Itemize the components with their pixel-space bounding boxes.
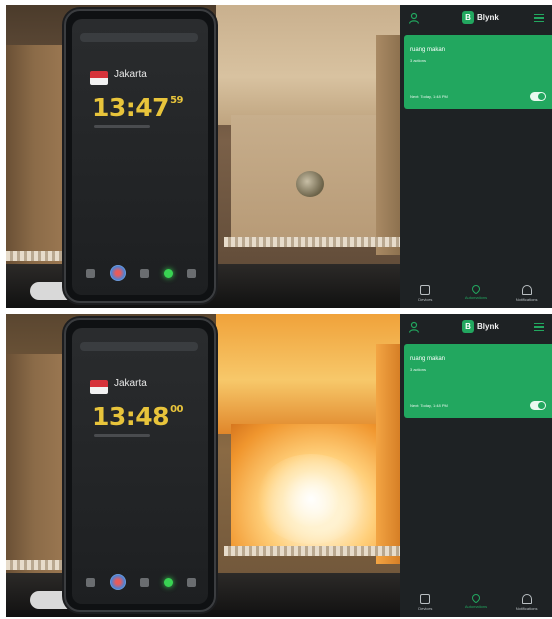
bell-icon: [521, 285, 532, 295]
blynk-logo-icon: B: [462, 320, 474, 333]
clock-hours-minutes: 13:47: [92, 93, 170, 122]
blynk-app: B Blynk ruang makan 3 actions Next: Toda…: [400, 5, 552, 308]
cardboard-edge: [224, 546, 400, 556]
nav-devices[interactable]: Devices: [403, 285, 447, 302]
toggle-knob: [538, 402, 545, 409]
photo-light-off: Jakarta 13:4759: [6, 5, 400, 308]
grid-icon: [140, 577, 149, 587]
automation-actions: 3 actions: [410, 367, 427, 372]
clock-time: 13:4800: [92, 402, 183, 431]
lamp-bulb-icon: [296, 171, 324, 197]
automation-toggle[interactable]: [530, 92, 546, 101]
clock-date: [94, 434, 150, 437]
photos-app-icon: [109, 574, 126, 590]
browser-url-bar: [80, 33, 198, 42]
smartphone: Jakarta 13:4800: [64, 318, 216, 612]
blynk-logo-icon: B: [462, 11, 474, 24]
tabs-icon: [187, 577, 196, 587]
cardboard-edge: [224, 237, 400, 247]
cardboard-wall-back: [216, 314, 400, 434]
automation-toggle[interactable]: [530, 401, 546, 410]
brand-name: Blynk: [477, 13, 499, 22]
automation-next-run: Next: Today, 1:48 PM: [410, 403, 448, 408]
toggle-knob: [538, 93, 545, 100]
brand: B Blynk: [462, 11, 499, 24]
nav-label: Devices: [418, 297, 433, 302]
brand-name: Blynk: [477, 322, 499, 331]
photos-app-icon: [109, 265, 126, 281]
automation-card[interactable]: ruang makan 3 actions Next: Today, 1:48 …: [404, 344, 552, 418]
nav-notifications[interactable]: Notifications: [505, 285, 549, 302]
automation-name: ruang makan: [410, 47, 446, 53]
grid-icon: [140, 268, 149, 278]
user-icon[interactable]: [408, 321, 420, 333]
indonesia-flag-icon: [90, 71, 108, 85]
clock-date: [94, 125, 150, 128]
bottom-nav: Devices Automations Notifications: [400, 282, 552, 308]
nav-label: Automations: [464, 295, 488, 300]
tabs-icon: [187, 268, 196, 278]
frame-light-on: Jakarta 13:4800 B Blynk ruang makan 3 ac…: [6, 314, 552, 617]
nav-label: Notifications: [515, 297, 538, 302]
cube-icon: [420, 594, 431, 604]
active-indicator-icon: [163, 577, 173, 587]
menu-icon[interactable]: [534, 14, 544, 22]
nav-notifications[interactable]: Notifications: [505, 594, 549, 611]
automation-actions: 3 actions: [410, 58, 427, 63]
nav-automations[interactable]: Automations: [454, 592, 498, 609]
photo-light-on: Jakarta 13:4800: [6, 314, 400, 617]
phone-screen: Jakarta 13:4759: [72, 19, 208, 295]
indonesia-flag-icon: [90, 380, 108, 394]
cardboard-wall-right: [376, 35, 400, 255]
frame-light-off: Jakarta 13:4759 B Blynk ruang makan 3 ac…: [6, 5, 552, 308]
clock-seconds: 00: [170, 404, 183, 415]
automation-next-run: Next: Today, 1:48 PM: [410, 94, 448, 99]
nav-automations[interactable]: Automations: [454, 283, 498, 300]
browser-url-bar: [80, 342, 198, 351]
nav-devices[interactable]: Devices: [403, 594, 447, 611]
automation-icon: [470, 283, 482, 295]
phone-dock: [86, 574, 196, 590]
home-icon: [86, 268, 95, 278]
app-header: B Blynk: [400, 314, 552, 340]
cardboard-wall-back: [216, 5, 400, 125]
clock-city: Jakarta: [114, 69, 147, 80]
cube-icon: [420, 285, 431, 295]
brand: B Blynk: [462, 320, 499, 333]
app-header: B Blynk: [400, 5, 552, 31]
clock-time: 13:4759: [92, 93, 183, 122]
cardboard-wall-right: [376, 344, 400, 564]
lamp-glow: [256, 454, 366, 544]
menu-icon[interactable]: [534, 323, 544, 331]
blynk-app: B Blynk ruang makan 3 actions Next: Toda…: [400, 314, 552, 617]
smartphone: Jakarta 13:4759: [64, 9, 216, 303]
bell-icon: [521, 594, 532, 604]
automation-card[interactable]: ruang makan 3 actions Next: Today, 1:48 …: [404, 35, 552, 109]
clock-hours-minutes: 13:48: [92, 402, 170, 431]
phone-dock: [86, 265, 196, 281]
automation-icon: [470, 592, 482, 604]
nav-label: Devices: [418, 606, 433, 611]
home-icon: [86, 577, 95, 587]
automation-name: ruang makan: [410, 356, 446, 362]
nav-label: Automations: [464, 604, 488, 609]
nav-label: Notifications: [515, 606, 538, 611]
active-indicator-icon: [163, 268, 173, 278]
clock-city: Jakarta: [114, 378, 147, 389]
clock-seconds: 59: [170, 95, 183, 106]
user-icon[interactable]: [408, 12, 420, 24]
bottom-nav: Devices Automations Notifications: [400, 591, 552, 617]
phone-screen: Jakarta 13:4800: [72, 328, 208, 604]
